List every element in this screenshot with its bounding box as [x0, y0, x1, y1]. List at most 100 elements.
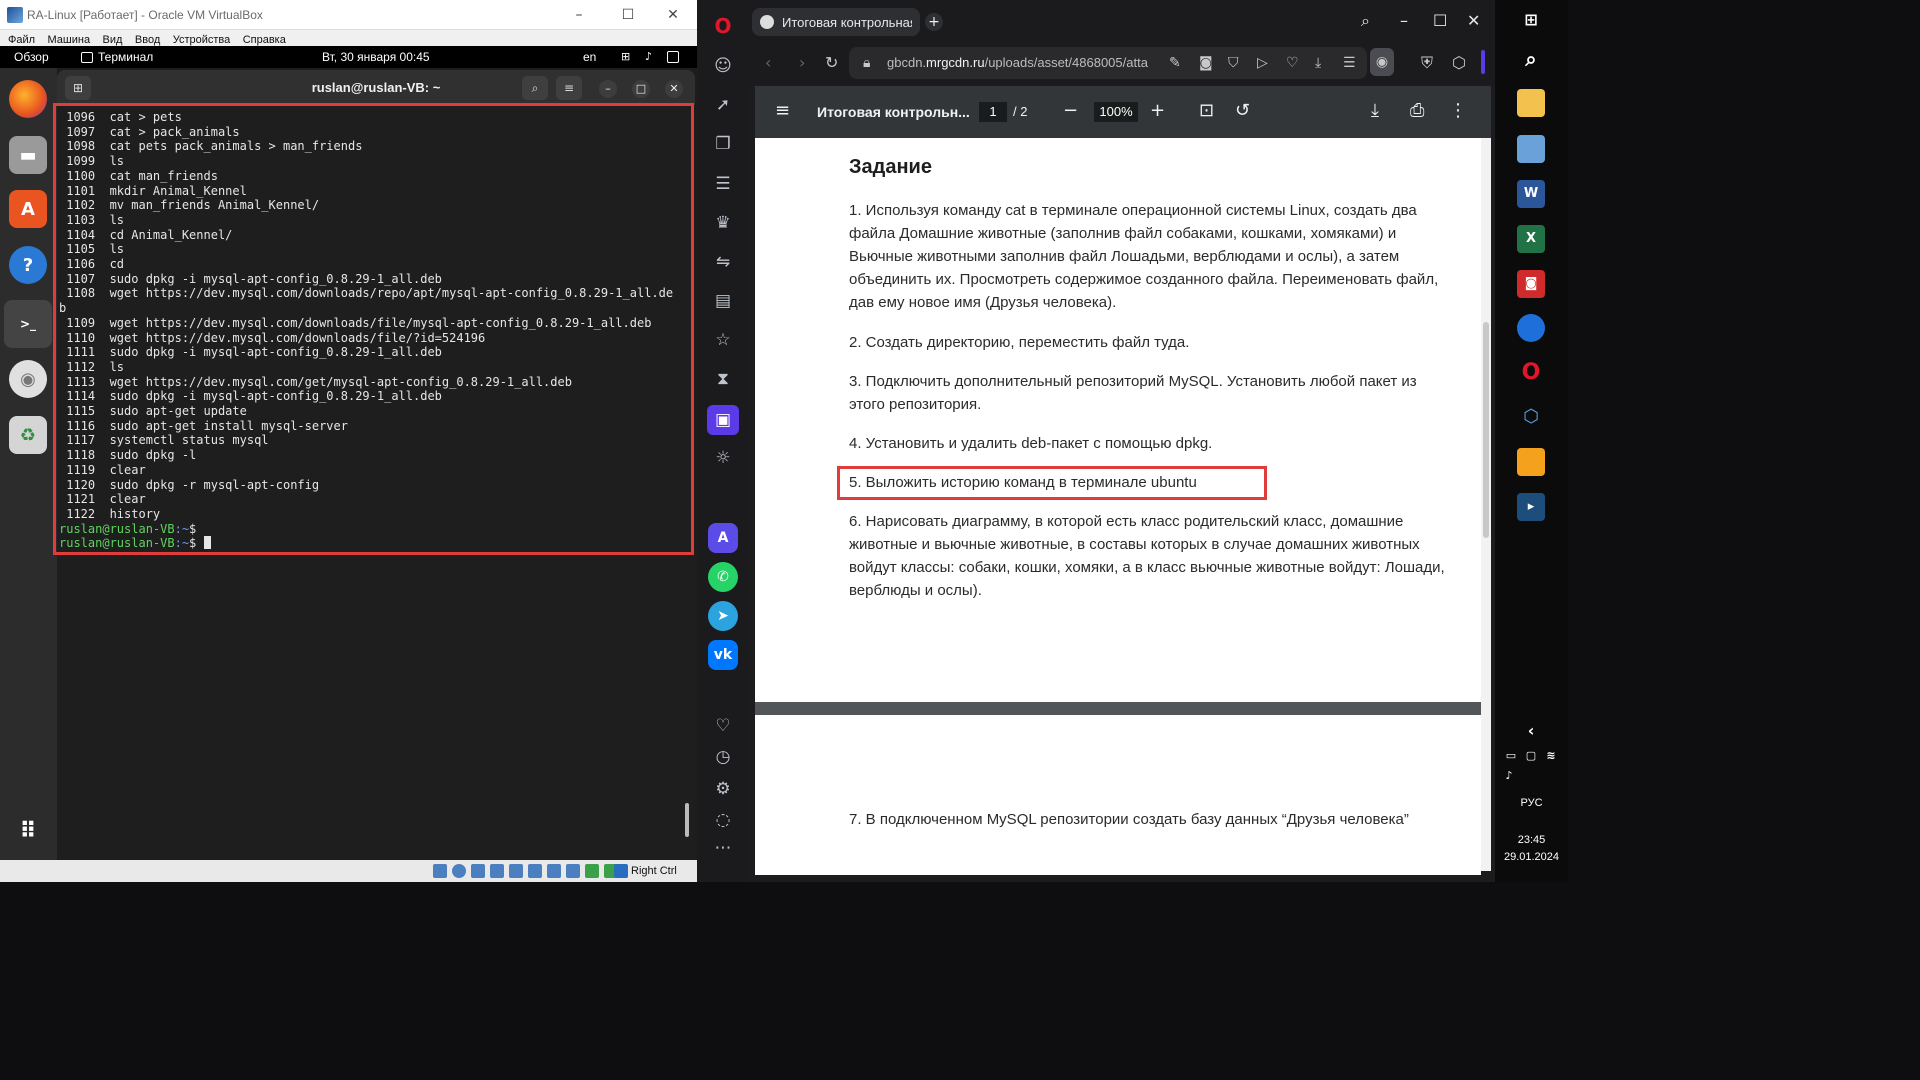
firefox-icon[interactable]	[9, 80, 47, 118]
app-center-icon[interactable]: A	[9, 190, 47, 228]
zoom-out-icon[interactable]: −	[1063, 100, 1078, 121]
keyboard-layout[interactable]: en	[583, 50, 596, 64]
tips-bulb-icon[interactable]: ◌	[711, 808, 735, 832]
word-icon[interactable]: W	[1517, 180, 1545, 208]
virtualbox-taskbar-icon[interactable]: ⬡	[1517, 403, 1545, 431]
scrollbar-thumb[interactable]	[1483, 322, 1489, 538]
more-options-icon[interactable]: ⋮	[1449, 100, 1467, 121]
minimize-icon[interactable]: –	[568, 4, 590, 26]
edit-icon[interactable]: ✎	[1169, 55, 1181, 71]
aria-app-icon[interactable]: A	[708, 523, 738, 553]
opera-taskbar-icon[interactable]: O	[1517, 359, 1545, 387]
opera-logo-icon[interactable]: O	[711, 14, 735, 38]
flow-icon[interactable]: ⇋	[711, 250, 735, 274]
display-icon[interactable]: ▢	[1523, 742, 1539, 770]
download-icon[interactable]: ⤓	[1371, 100, 1379, 121]
help-icon[interactable]: ?	[9, 246, 47, 284]
page-number-input[interactable]: 1	[979, 102, 1007, 122]
maximize-icon[interactable]: ☐	[1433, 11, 1447, 30]
host-key-icon[interactable]	[614, 864, 628, 878]
lock-icon[interactable]: 🔒︎	[863, 55, 870, 71]
minimize-icon[interactable]: –	[1400, 11, 1408, 30]
volume-icon[interactable]: ♪	[1501, 762, 1517, 790]
menu-lines-icon[interactable]: ☰	[1343, 55, 1356, 71]
vpn-shield-icon[interactable]: ⛨	[1421, 53, 1433, 73]
system-clock-time[interactable]: 23:45	[1495, 834, 1568, 846]
trash-icon[interactable]: ♻	[9, 416, 47, 454]
app-taskbar-icon-2[interactable]: ▸	[1517, 493, 1545, 521]
back-icon[interactable]: ‹	[765, 53, 771, 72]
menu-help[interactable]: Справка	[243, 34, 286, 46]
zoom-level-input[interactable]: 100%	[1094, 102, 1138, 122]
search-tabs-icon[interactable]: ⌕	[1361, 11, 1370, 31]
chevron-left-icon[interactable]: ‹	[1517, 717, 1545, 745]
close-icon[interactable]: ✕	[1467, 11, 1480, 30]
focused-app-label[interactable]: Терминал	[98, 50, 153, 64]
cpu-icon[interactable]	[585, 864, 599, 878]
new-tab-button[interactable]: +	[925, 13, 943, 31]
notes-icon[interactable]: ▤	[711, 289, 735, 313]
heart-icon[interactable]: ♡	[711, 714, 735, 738]
audio-icon[interactable]	[471, 864, 485, 878]
network-adapter-icon[interactable]	[490, 864, 504, 878]
send-icon[interactable]: ▷	[1257, 55, 1268, 71]
close-icon[interactable]: ✕	[665, 80, 683, 98]
profile-icon[interactable]: ◉	[1370, 48, 1394, 76]
pinboard-icon[interactable]: ☆	[711, 328, 735, 352]
hamburger-menu-icon[interactable]: ≡	[556, 76, 582, 100]
activities-button[interactable]: Обзор	[14, 50, 49, 64]
pdf-scrollbar[interactable]	[1481, 138, 1491, 871]
camera-icon[interactable]: ◙	[1199, 55, 1213, 71]
menu-view[interactable]: Вид	[103, 34, 123, 46]
clock[interactable]: Вт, 30 января 00:45	[322, 50, 430, 64]
speed-dial-icon[interactable]: ➚	[711, 93, 735, 117]
vk-icon[interactable]: vk	[708, 640, 738, 670]
reload-icon[interactable]: ↻	[825, 53, 838, 72]
close-icon[interactable]: ✕	[662, 4, 684, 26]
recorder-app-icon[interactable]: ◙	[1517, 270, 1545, 298]
maximize-icon[interactable]: ☐	[617, 4, 639, 26]
hdd-icon[interactable]	[433, 864, 447, 878]
battery-icon[interactable]	[667, 51, 679, 63]
tab-active[interactable]: Итоговая контрольная р	[752, 8, 920, 36]
display-icon[interactable]	[547, 864, 561, 878]
maximize-icon[interactable]: □	[632, 80, 650, 98]
search-icon[interactable]: ⌕	[522, 76, 548, 100]
menu-machine[interactable]: Машина	[48, 34, 91, 46]
network-icon[interactable]: ⊞	[621, 50, 630, 63]
address-field[interactable]: 🔒︎ gbcdn.mrgcdn.ru/uploads/asset/4868005…	[849, 47, 1367, 79]
input-language[interactable]: РУС	[1495, 797, 1568, 809]
terminal-scrollbar[interactable]	[685, 803, 689, 837]
file-explorer-icon[interactable]	[1517, 89, 1545, 117]
history-hourglass-icon[interactable]: ⧗	[711, 367, 735, 391]
aria-icon[interactable]: ☺	[711, 54, 735, 78]
system-clock-date[interactable]: 29.01.2024	[1495, 851, 1568, 863]
settings-sun-icon[interactable]: ☼	[711, 446, 735, 470]
menu-file[interactable]: Файл	[8, 34, 35, 46]
pdf-document-area[interactable]: Задание 1. Используя команду cat в терми…	[755, 138, 1491, 875]
app-taskbar-icon[interactable]	[1517, 448, 1545, 476]
history-clock-icon[interactable]: ◷	[711, 745, 735, 769]
menu-input[interactable]: Ввод	[135, 34, 160, 46]
heart-icon[interactable]: ♡	[1286, 55, 1299, 71]
download-icon[interactable]: ⤓	[1315, 55, 1321, 71]
photos-app-icon[interactable]	[1517, 135, 1545, 163]
windows-start-icon[interactable]: ⊞	[1517, 6, 1545, 34]
bookmarks-icon[interactable]: ❐	[711, 132, 735, 156]
settings-gear-icon[interactable]: ⚙	[711, 777, 735, 801]
shared-folders-icon[interactable]	[528, 864, 542, 878]
optical-drive-icon[interactable]	[452, 864, 466, 878]
forward-icon[interactable]: ›	[799, 53, 805, 72]
menu-devices[interactable]: Устройства	[173, 34, 231, 46]
workspace-icon[interactable]: ▣	[707, 405, 739, 435]
crown-icon[interactable]: ♛	[711, 211, 735, 235]
minimize-icon[interactable]: –	[599, 80, 617, 98]
usb-icon[interactable]	[509, 864, 523, 878]
terminal-icon[interactable]: >_	[4, 300, 52, 348]
disc-icon[interactable]: ◉	[9, 360, 47, 398]
whatsapp-icon[interactable]: ✆	[708, 562, 738, 592]
more-dots-icon[interactable]: ⋯	[711, 836, 735, 860]
show-apps-icon[interactable]: ⠿	[9, 812, 47, 850]
wifi-icon[interactable]: ≋	[1543, 742, 1559, 770]
reading-list-icon[interactable]: ☰	[711, 172, 735, 196]
